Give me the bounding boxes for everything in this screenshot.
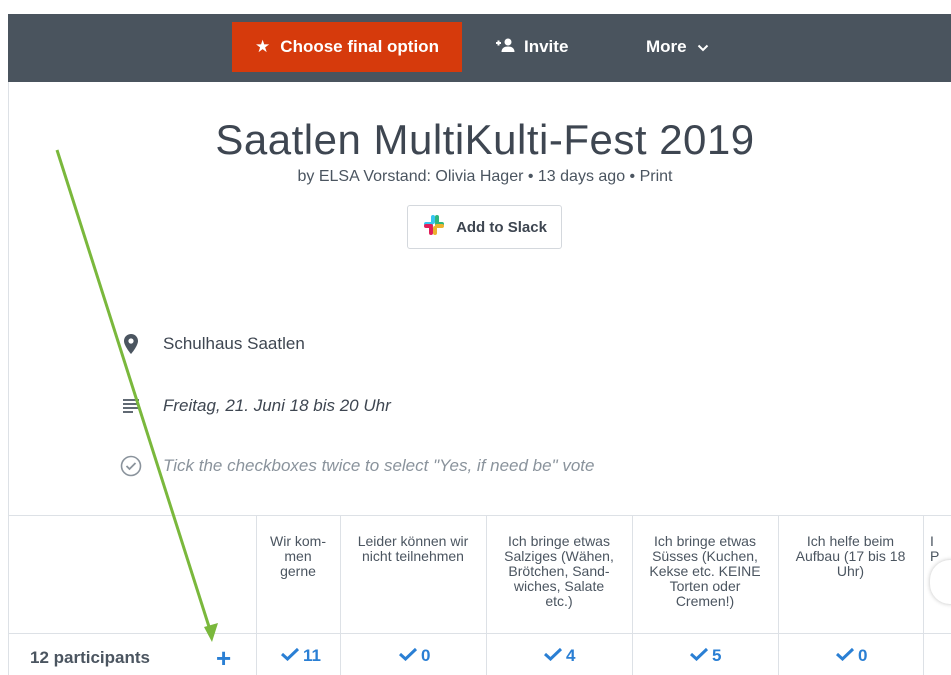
poll-byline: by ELSA Vorstand: Olivia Hager • 13 days…: [297, 168, 673, 185]
option-count-4: 5: [689, 646, 721, 666]
more-menu-button[interactable]: More: [646, 22, 709, 72]
table-top-border: [8, 515, 951, 516]
description-row: Freitag, 21. Juni 18 bis 20 Uhr: [118, 393, 391, 419]
option-count-value: 4: [566, 646, 576, 665]
location-row: Schulhaus Saatlen: [118, 331, 305, 357]
checkmark-icon: [543, 646, 563, 666]
option-count-1: 11: [280, 646, 321, 666]
option-count-value: 11: [303, 646, 321, 665]
table-header-border: [8, 633, 951, 634]
add-participant-button[interactable]: +: [216, 645, 231, 671]
choose-final-option-label: Choose final option: [280, 37, 439, 56]
location-text: Schulhaus Saatlen: [163, 334, 305, 353]
poll-title: Saatlen MultiKulti-Fest 2019: [215, 116, 755, 163]
checkmark-icon: [689, 646, 709, 666]
location-pin-icon: [118, 334, 144, 354]
choose-final-option-button[interactable]: ★ Choose final option: [232, 22, 462, 72]
option-count-value: 0: [858, 646, 868, 665]
checkmark-icon: [835, 646, 855, 666]
option-count-value: 5: [712, 646, 722, 665]
option-count-2: 0: [398, 646, 430, 666]
option-count-5: 0: [835, 646, 867, 666]
option-header-3: Ich bringe etwas Salziges (Wähen, Brötch…: [504, 533, 614, 609]
check-circle-icon: [118, 455, 144, 477]
horizontal-scroll-handle[interactable]: [930, 560, 951, 604]
more-label: More: [646, 37, 687, 56]
option-count-3: 4: [543, 646, 575, 666]
add-to-slack-button[interactable]: Add to Slack: [407, 205, 562, 249]
invite-button[interactable]: Invite: [494, 22, 568, 72]
invite-label: Invite: [524, 37, 569, 56]
checkmark-icon: [280, 646, 300, 666]
description-text: Freitag, 21. Juni 18 bis 20 Uhr: [163, 396, 391, 415]
top-toolbar: [8, 14, 951, 82]
option-header-2: Leider können wir nicht teilnehmen: [357, 533, 469, 564]
column-divider: [923, 515, 924, 675]
chevron-down-icon: [697, 37, 709, 57]
option-header-4: Ich bringe etwas Süsses (Kuchen, Kekse e…: [649, 533, 761, 609]
add-to-slack-label: Add to Slack: [456, 218, 547, 236]
add-person-icon: [494, 37, 516, 57]
description-icon: [118, 399, 144, 413]
plus-icon: +: [216, 643, 232, 673]
participants-count: 12 participants: [30, 648, 150, 667]
slack-icon: [422, 213, 446, 241]
option-header-1: Wir kom- men gerne: [270, 533, 326, 579]
option-header-5: Ich helfe beim Aufbau (17 bis 18 Uhr): [795, 533, 906, 579]
hint-text: Tick the checkboxes twice to select "Yes…: [163, 456, 595, 475]
checkmark-icon: [398, 646, 418, 666]
option-count-value: 0: [421, 646, 431, 665]
hint-row: Tick the checkboxes twice to select "Yes…: [118, 453, 594, 479]
star-icon: ★: [255, 37, 271, 56]
